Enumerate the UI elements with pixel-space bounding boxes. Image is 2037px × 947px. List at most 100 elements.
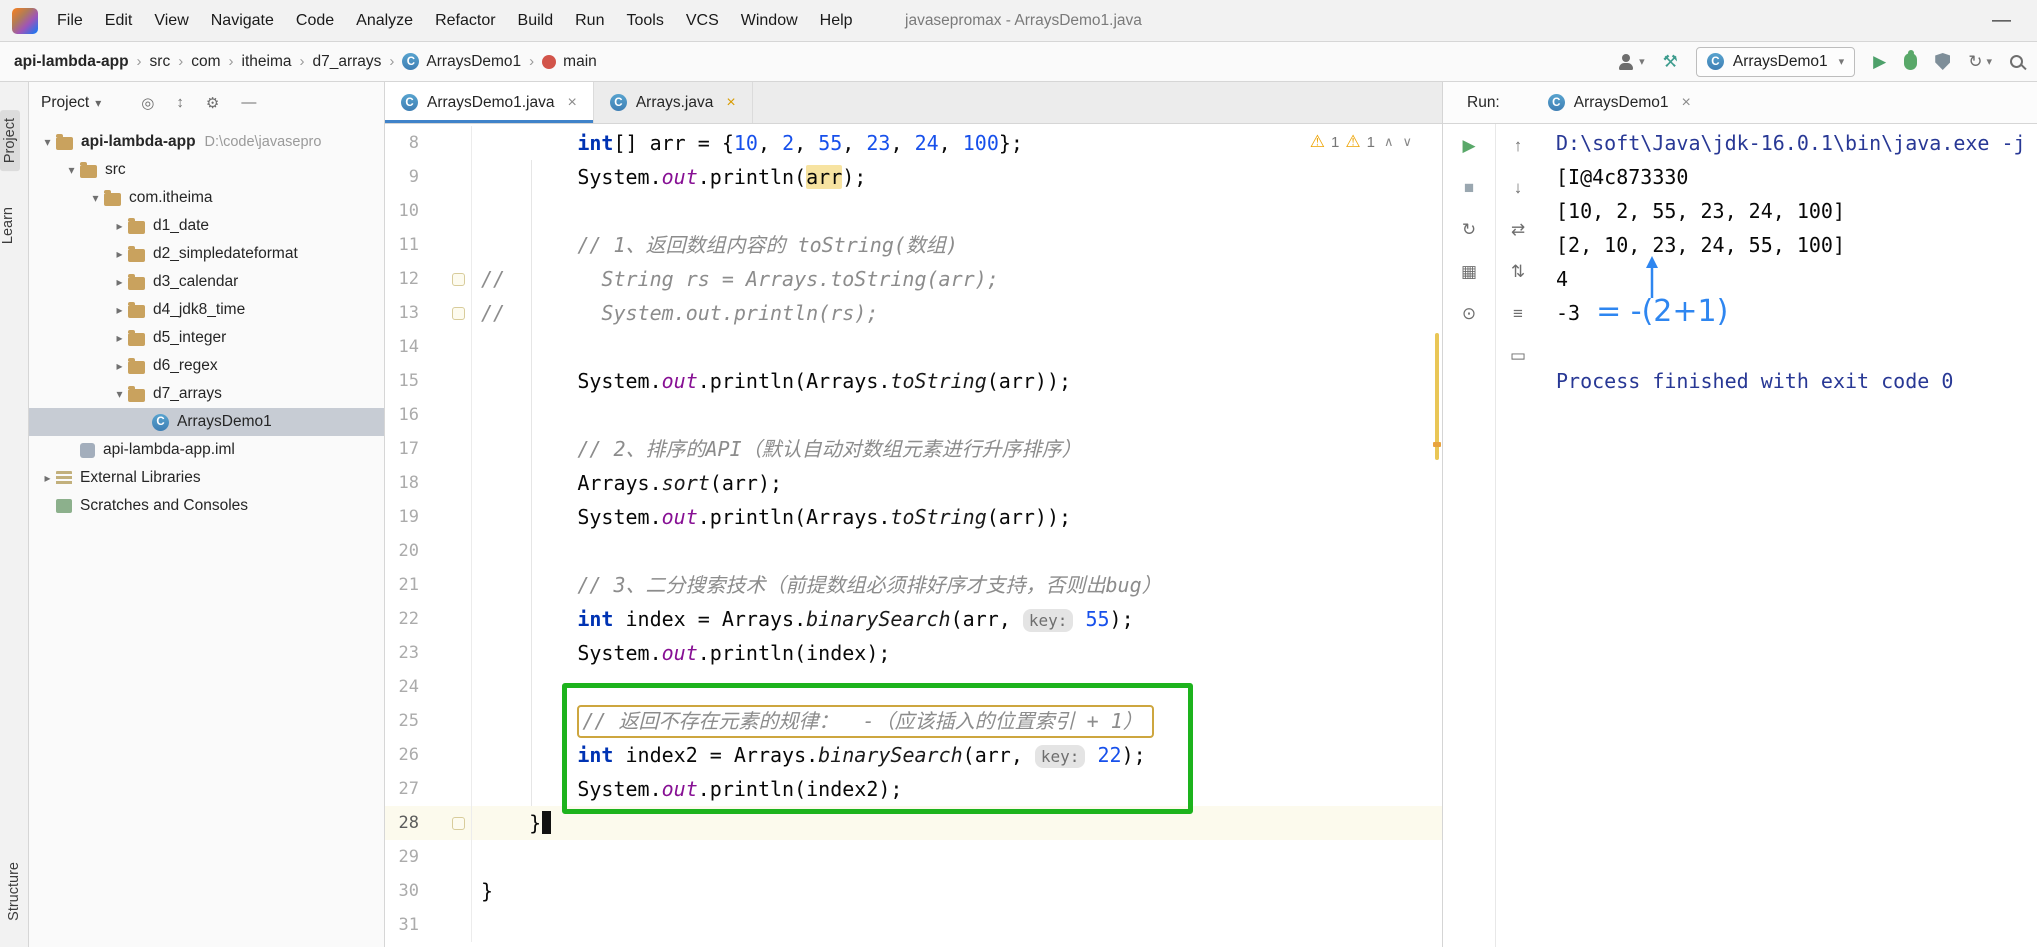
code-line-30[interactable]: 30}	[385, 874, 1442, 908]
tree-chevron-icon[interactable]: ▾	[111, 387, 128, 401]
menu-item-edit[interactable]: Edit	[94, 12, 144, 29]
breadcrumb-com[interactable]: com	[191, 53, 220, 71]
tab-close-icon[interactable]: ×	[726, 94, 735, 112]
close-icon[interactable]: ×	[1682, 94, 1691, 112]
menu-item-help[interactable]: Help	[809, 12, 864, 29]
code-line-14[interactable]: 14	[385, 330, 1442, 364]
tree-item-com-itheima[interactable]: ▾ com.itheima	[29, 184, 384, 212]
run-console[interactable]: D:\soft\Java\jdk-16.0.1\bin\java.exe -j […	[1540, 124, 2037, 947]
inspections-widget[interactable]: ⚠ 1 ⚠ 1 ∧ ∨	[1310, 132, 1412, 152]
up-stack-trace-button[interactable]: ↑	[1514, 136, 1523, 156]
coverage-button[interactable]	[1935, 53, 1951, 70]
prev-problem-icon[interactable]: ∧	[1384, 134, 1394, 150]
code-line-15[interactable]: 15 System.out.println(Arrays.toString(ar…	[385, 364, 1442, 398]
expand-collapse-icon[interactable]: ↕	[176, 94, 184, 112]
tree-item-api-lambda-app[interactable]: ▾ api-lambda-app D:\code\javasepro	[29, 128, 384, 156]
code-line-12[interactable]: 12 // String rs = Arrays.toString(arr);	[385, 262, 1442, 296]
tree-item-external-libraries[interactable]: ▸ External Libraries	[29, 464, 384, 492]
tree-item-d4-jdk8-time[interactable]: ▸ d4_jdk8_time	[29, 296, 384, 324]
minimize-button[interactable]: —	[1992, 10, 2011, 32]
menu-item-build[interactable]: Build	[507, 12, 565, 29]
menu-item-code[interactable]: Code	[285, 12, 345, 29]
project-panel-title[interactable]: Project	[41, 94, 89, 112]
layout-options-button[interactable]: ▦	[1461, 262, 1477, 282]
menu-item-tools[interactable]: Tools	[615, 12, 674, 29]
line-number[interactable]: 14	[385, 330, 419, 364]
menu-item-window[interactable]: Window	[730, 12, 809, 29]
tree-item-d6-regex[interactable]: ▸ d6_regex	[29, 352, 384, 380]
restore-layout-button[interactable]: ↻	[1462, 220, 1476, 240]
menu-item-vcs[interactable]: VCS	[675, 12, 730, 29]
tree-chevron-icon[interactable]: ▾	[63, 163, 80, 177]
editor-tab-arraysdemo1-java[interactable]: C ArraysDemo1.java ×	[385, 82, 594, 123]
soft-wrap-button[interactable]: ⇄	[1511, 220, 1525, 240]
line-number[interactable]: 8	[385, 126, 419, 160]
tree-chevron-icon[interactable]: ▾	[39, 135, 56, 149]
code-line-16[interactable]: 16	[385, 398, 1442, 432]
line-number[interactable]: 12	[385, 262, 419, 296]
line-number[interactable]: 23	[385, 636, 419, 670]
breadcrumb-d7-arrays[interactable]: d7_arrays	[312, 53, 381, 71]
tree-item-d3-calendar[interactable]: ▸ d3_calendar	[29, 268, 384, 296]
tab-close-icon[interactable]: ×	[568, 94, 577, 112]
code-line-10[interactable]: 10	[385, 194, 1442, 228]
code-line-17[interactable]: 17 // 2、排序的API（默认自动对数组元素进行升序排序）	[385, 432, 1442, 466]
run-button[interactable]: ▶	[1873, 52, 1886, 72]
code-line-29[interactable]: 29	[385, 840, 1442, 874]
settings-gear-icon[interactable]: ⚙	[206, 94, 219, 112]
code-line-11[interactable]: 11 // 1、返回数组内容的 toString(数组)	[385, 228, 1442, 262]
code-line-31[interactable]: 31	[385, 908, 1442, 942]
tree-item-api-lambda-app-iml[interactable]: api-lambda-app.iml	[29, 436, 384, 464]
code-line-19[interactable]: 19 System.out.println(Arrays.toString(ar…	[385, 500, 1442, 534]
tree-item-d1-date[interactable]: ▸ d1_date	[29, 212, 384, 240]
tree-chevron-icon[interactable]: ▸	[111, 219, 128, 233]
menu-item-analyze[interactable]: Analyze	[345, 12, 424, 29]
tree-chevron-icon[interactable]: ▸	[111, 275, 128, 289]
tree-chevron-icon[interactable]: ▸	[111, 303, 128, 317]
next-problem-icon[interactable]: ∨	[1402, 134, 1412, 150]
tool-window-button-structure[interactable]: Structure	[6, 862, 22, 921]
line-number[interactable]: 30	[385, 874, 419, 908]
debug-button[interactable]	[1904, 50, 1918, 70]
code-line-22[interactable]: 22 int index = Arrays.binarySearch(arr, …	[385, 602, 1442, 636]
line-number[interactable]: 27	[385, 772, 419, 806]
profiler-button[interactable]: ↻ ▾	[1968, 52, 1992, 72]
line-number[interactable]: 20	[385, 534, 419, 568]
line-number[interactable]: 18	[385, 466, 419, 500]
vcs-user-button[interactable]: ▾	[1618, 53, 1645, 70]
line-number[interactable]: 28	[385, 806, 419, 840]
code-line-25[interactable]: 25 // 返回不存在元素的规律： -（应该插入的位置索引 + 1）	[385, 704, 1442, 738]
line-number[interactable]: 9	[385, 160, 419, 194]
line-number[interactable]: 31	[385, 908, 419, 942]
breadcrumb-arraysdemo1[interactable]: C ArraysDemo1	[402, 53, 521, 71]
line-number[interactable]: 13	[385, 296, 419, 330]
pin-tab-button[interactable]: ⊙	[1462, 304, 1476, 324]
code-line-8[interactable]: 8 int[] arr = {10, 2, 55, 23, 24, 100};	[385, 126, 1442, 160]
code-line-24[interactable]: 24	[385, 670, 1442, 704]
tree-item-scratches-and-consoles[interactable]: Scratches and Consoles	[29, 492, 384, 520]
tree-chevron-icon[interactable]: ▸	[111, 331, 128, 345]
select-opened-file-icon[interactable]: ◎	[141, 94, 154, 112]
breadcrumb-src[interactable]: src	[150, 53, 171, 71]
tree-item-d5-integer[interactable]: ▸ d5_integer	[29, 324, 384, 352]
search-everywhere-icon[interactable]	[2010, 55, 2023, 68]
tree-chevron-icon[interactable]: ▸	[111, 359, 128, 373]
menu-item-file[interactable]: File	[46, 12, 94, 29]
chevron-down-icon[interactable]: ▾	[95, 96, 101, 110]
run-tab-arraysdemo1[interactable]: C ArraysDemo1 ×	[1547, 94, 1691, 112]
hide-panel-icon[interactable]: —	[241, 94, 256, 112]
scroll-to-end-button[interactable]: ⇅	[1511, 262, 1525, 282]
line-number[interactable]: 29	[385, 840, 419, 874]
tree-item-d2-simpledateformat[interactable]: ▸ d2_simpledateformat	[29, 240, 384, 268]
menu-item-run[interactable]: Run	[564, 12, 615, 29]
breadcrumb-itheima[interactable]: itheima	[242, 53, 292, 71]
fold-marker-icon[interactable]	[452, 272, 465, 286]
code-line-21[interactable]: 21 // 3、二分搜索技术（前提数组必须排好序才支持，否则出bug）	[385, 568, 1442, 602]
line-number[interactable]: 17	[385, 432, 419, 466]
print-button[interactable]: ≡	[1513, 304, 1523, 324]
fold-marker-icon[interactable]	[452, 306, 465, 320]
line-number[interactable]: 11	[385, 228, 419, 262]
rerun-button[interactable]: ▶	[1462, 136, 1475, 156]
tool-window-button-learn[interactable]: Learn	[0, 207, 16, 244]
clear-all-button[interactable]: ▭	[1510, 346, 1526, 366]
